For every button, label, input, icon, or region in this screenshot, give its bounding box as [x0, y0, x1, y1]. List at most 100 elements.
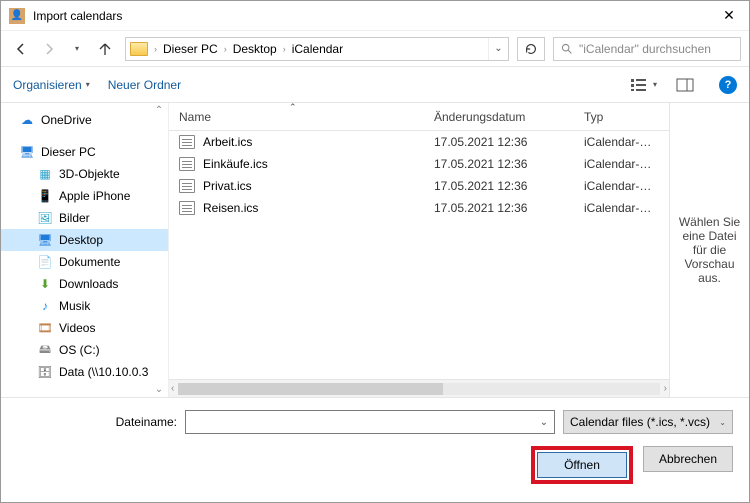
calendar-file-icon — [179, 201, 195, 215]
breadcrumb: › Dieser PC › Desktop › iCalendar — [126, 42, 488, 56]
data-icon: 🗄 — [37, 364, 53, 380]
file-name: Reisen.ics — [203, 201, 258, 215]
search-input[interactable]: "iCalendar" durchsuchen — [553, 37, 741, 61]
file-type: iCalendar-Datei — [574, 179, 669, 193]
tree-item-this-pc[interactable]: 🖥 Dieser PC — [1, 141, 168, 163]
chevron-right-icon[interactable]: › — [281, 44, 288, 54]
col-type[interactable]: Typ — [574, 110, 669, 124]
tree-item-label: Dokumente — [59, 255, 120, 269]
tree-item-label: Desktop — [59, 233, 103, 247]
search-icon — [560, 42, 573, 55]
tree-item-label: 3D-Objekte — [59, 167, 120, 181]
file-row[interactable]: Privat.ics17.05.2021 12:36iCalendar-Date… — [169, 175, 669, 197]
file-row[interactable]: Einkäufe.ics 17.05.2021 12:36iCalendar-Da… — [169, 153, 669, 175]
tree-item-label: Data (\\10.10.0.3 — [59, 365, 148, 379]
preview-pane-icon — [675, 77, 695, 93]
docs-icon: 📄 — [37, 254, 53, 270]
file-type: iCalendar-Datei — [574, 201, 669, 215]
file-type-filter[interactable]: Calendar files (*.ics, *.vcs) ⌄ — [563, 410, 733, 434]
file-name: Einkäufe.ics — [203, 157, 268, 171]
file-row[interactable]: Arbeit.ics 17.05.2021 12:36iCalendar-Date… — [169, 131, 669, 153]
tree-item[interactable]: 🖥 Desktop — [1, 229, 168, 251]
file-type: iCalendar-Datei — [574, 135, 669, 149]
file-date: 17.05.2021 12:36 — [424, 157, 574, 171]
view-mode-button[interactable]: ▾ — [629, 77, 657, 93]
address-dropdown[interactable]: ⌄ — [488, 38, 508, 60]
cloud-icon: ☁ — [19, 112, 35, 128]
column-headers: ⌃ Name Änderungsdatum Typ — [169, 103, 669, 131]
address-bar[interactable]: › Dieser PC › Desktop › iCalendar ⌄ — [125, 37, 509, 61]
file-type: iCalendar-Datei — [574, 157, 669, 171]
tree-item[interactable]: 🎞 Videos — [1, 317, 168, 339]
tree-item[interactable]: ⬇Downloads — [1, 273, 168, 295]
open-button[interactable]: Öffnen — [537, 452, 627, 478]
app-icon: 👤 — [9, 8, 25, 24]
file-name: Privat.ics — [203, 179, 252, 193]
drive-icon: 🖴 — [37, 342, 53, 358]
file-row[interactable]: Reisen.ics17.05.2021 12:36iCalendar-Date… — [169, 197, 669, 219]
horizontal-scrollbar[interactable]: ‹› — [169, 379, 669, 397]
pics-icon: 🖼 — [37, 210, 53, 226]
tree-item[interactable]: ♪ Musik — [1, 295, 168, 317]
nav-back-button[interactable] — [9, 37, 33, 61]
refresh-button[interactable] — [517, 37, 545, 61]
tree-item[interactable]: 📄 Dokumente — [1, 251, 168, 273]
tree-item-label: Videos — [59, 321, 95, 335]
filename-dropdown[interactable]: ⌄ — [534, 417, 554, 428]
breadcrumb-item[interactable]: iCalendar — [290, 42, 345, 56]
breadcrumb-item[interactable]: Desktop — [231, 42, 279, 56]
chevron-down-icon: ▾ — [653, 80, 657, 89]
nav-up-button[interactable] — [93, 37, 117, 61]
highlight-annotation: Öffnen — [531, 446, 633, 484]
view-list-icon — [629, 77, 649, 93]
obj-icon: ▦ — [37, 166, 53, 182]
tree-item[interactable]: 🖴 OS (C:) — [1, 339, 168, 361]
tree-item-onedrive[interactable]: ☁ OneDrive — [1, 109, 168, 131]
window-title: Import calendars — [33, 9, 709, 23]
calendar-file-icon — [179, 179, 195, 193]
footer: Dateiname: ⌄ Calendar files (*.ics, *.vc… — [1, 397, 749, 502]
tree-item-label: Bilder — [59, 211, 90, 225]
file-list: Arbeit.ics17.05.2021 12:36iCalendar-Date… — [169, 131, 669, 379]
navbar: ▾ › Dieser PC › Desktop › iCalendar ⌄ "i… — [1, 31, 749, 67]
chevron-down-icon: ⌄ — [719, 418, 726, 427]
sidebar: ☁ OneDrive 🖥 Dieser PC ▦ 3D-Objekte 📱 Apple… — [1, 103, 169, 397]
tree-item[interactable]: 🗄 Data (\\10.10.0.3 — [1, 361, 168, 383]
tree-item[interactable]: 🖼 Bilder — [1, 207, 168, 229]
nav-history-dropdown[interactable]: ▾ — [65, 37, 89, 61]
preview-pane: Wählen Sie eine Datei für die Vorschau a… — [669, 103, 749, 397]
file-date: 17.05.2021 12:36 — [424, 135, 574, 149]
vid-icon: 🎞 — [37, 320, 53, 336]
filename-label: Dateiname: — [17, 415, 177, 429]
tree-item-label: OS (C:) — [59, 343, 100, 357]
music-icon: ♪ — [37, 298, 53, 314]
nav-forward-button[interactable] — [37, 37, 61, 61]
preview-pane-button[interactable] — [675, 77, 695, 93]
file-name: Arbeit.ics — [203, 135, 252, 149]
sidebar-scrollbar[interactable]: ⌃⌄ — [152, 103, 166, 397]
tree-item-label: Downloads — [59, 277, 118, 291]
phone-icon: 📱 — [37, 188, 53, 204]
new-folder-button[interactable]: Neuer Ordner — [108, 78, 181, 92]
breadcrumb-item[interactable]: Dieser PC — [161, 42, 220, 56]
tree-item-label: Musik — [59, 299, 90, 313]
folder-icon — [130, 42, 148, 56]
filename-input[interactable]: ⌄ — [185, 410, 555, 434]
desk-icon: 🖥 — [37, 232, 53, 248]
file-dialog-window: 👤 Import calendars ✕ ▾ › Dieser PC › Des… — [0, 0, 750, 503]
close-button[interactable]: ✕ — [709, 1, 749, 31]
chevron-right-icon[interactable]: › — [152, 44, 159, 54]
sort-asc-icon: ⌃ — [289, 102, 297, 113]
calendar-file-icon — [179, 157, 195, 171]
chevron-right-icon[interactable]: › — [222, 44, 229, 54]
tree-item[interactable]: 📱 Apple iPhone — [1, 185, 168, 207]
organize-button[interactable]: Organisieren ▾ — [13, 78, 90, 92]
help-button[interactable]: ? — [719, 76, 737, 94]
tree-item[interactable]: ▦ 3D-Objekte — [1, 163, 168, 185]
tree-item-label: Apple iPhone — [59, 189, 130, 203]
body: ☁ OneDrive 🖥 Dieser PC ▦ 3D-Objekte 📱 Apple… — [1, 103, 749, 397]
cancel-button[interactable]: Abbrechen — [643, 446, 733, 472]
search-placeholder: "iCalendar" durchsuchen — [579, 42, 711, 56]
col-date[interactable]: Änderungsdatum — [424, 110, 574, 124]
col-name[interactable]: ⌃ Name — [169, 110, 424, 124]
